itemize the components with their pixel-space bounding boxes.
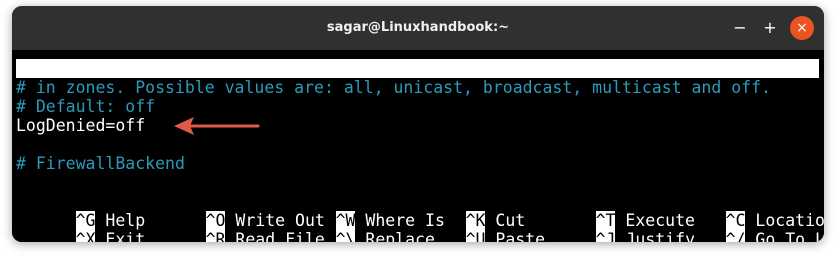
shortcut-label: Exit — [105, 230, 146, 242]
terminal-window: sagar@Linuxhandbook:~ − + × GNU nano 7.2… — [12, 6, 824, 242]
window-titlebar[interactable]: sagar@Linuxhandbook:~ − + × — [12, 6, 824, 50]
nano-file-path: /etc/firewalld/firewalld.conf — [287, 97, 576, 116]
shortcut-key: ^/ — [725, 230, 746, 242]
shortcut-key: ^\ — [335, 230, 356, 242]
nano-header-bar: GNU nano 7.2 /etc/firewalld/firewalld.co… — [16, 59, 819, 116]
maximize-icon[interactable]: + — [758, 16, 782, 40]
shortcut-key: ^J — [595, 230, 616, 242]
shortcut-exit[interactable]: ^X Exit — [16, 211, 145, 242]
editor-line-comment-zones[interactable]: # in zones. Possible values are: all, un… — [16, 78, 771, 97]
shortcut-key: ^X — [75, 230, 96, 242]
minimize-icon[interactable]: − — [728, 16, 752, 40]
editor-line-comment-backend[interactable]: # FirewallBackend — [16, 154, 185, 173]
shortcut-go-to-line[interactable]: ^/ Go To Line — [666, 211, 824, 242]
shortcut-paste[interactable]: ^U Paste — [406, 211, 545, 242]
shortcut-location[interactable]: ^C Location — [666, 192, 824, 230]
shortcut-help[interactable]: ^G Help — [16, 192, 145, 230]
shortcut-cut[interactable]: ^K Cut — [406, 192, 525, 230]
shortcut-key: ^R — [205, 230, 226, 242]
shortcut-key: ^U — [465, 230, 486, 242]
editor-line-logdenied[interactable]: LogDenied=off — [16, 116, 145, 135]
window-title: sagar@Linuxhandbook:~ — [326, 20, 510, 35]
close-icon[interactable]: × — [790, 16, 814, 40]
terminal-body[interactable]: GNU nano 7.2 /etc/firewalld/firewalld.co… — [12, 50, 824, 242]
shortcut-label: Go To Line — [755, 230, 824, 242]
left-arrow-icon — [174, 117, 260, 135]
editor-line-comment-default[interactable]: # Default: off — [16, 97, 155, 116]
